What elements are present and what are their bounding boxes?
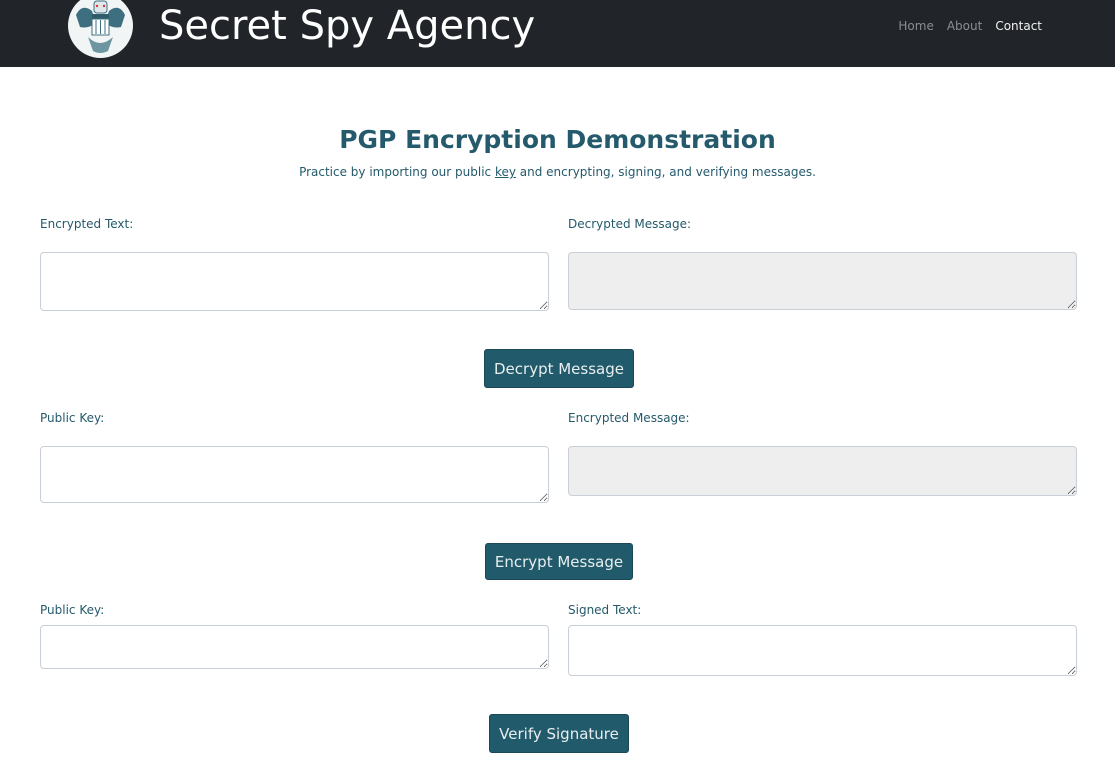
encrypt-public-key-input[interactable] [40,446,549,503]
nav-link-about[interactable]: About [947,18,982,34]
main-nav: Home About Contact [898,18,1042,34]
verify-public-key-input[interactable] [40,625,549,669]
encrypted-message-label: Encrypted Message: [568,411,690,425]
encrypted-text-label: Encrypted Text: [40,217,134,231]
decrypted-message-output[interactable] [568,252,1077,310]
signed-text-label: Signed Text: [568,603,642,617]
subtitle-text-before: Practice by importing our public [299,165,495,179]
encrypt-public-key-label: Public Key: [40,411,105,425]
page-title: PGP Encryption Demonstration [339,125,776,154]
page-subtitle: Practice by importing our public key and… [0,164,1115,180]
verify-public-key-label: Public Key: [40,603,105,617]
decrypt-message-button[interactable]: Decrypt Message [484,349,634,388]
decrypted-message-label: Decrypted Message: [568,217,692,231]
encrypted-text-input[interactable] [40,252,549,311]
encrypt-message-button[interactable]: Encrypt Message [485,543,633,580]
signed-text-input[interactable] [568,625,1077,676]
subtitle-text-after: and encrypting, signing, and verifying m… [515,165,816,179]
navbar: Secret Spy Agency Home About Contact [0,0,1115,67]
nav-link-home[interactable]: Home [898,18,933,34]
verify-signature-button[interactable]: Verify Signature [489,714,629,753]
brand-title[interactable]: Secret Spy Agency [159,2,535,50]
public-key-link[interactable]: key [495,165,516,179]
encrypted-message-output[interactable] [568,446,1077,496]
agency-seal-logo-icon[interactable] [68,0,133,58]
nav-link-contact[interactable]: Contact [995,18,1042,34]
